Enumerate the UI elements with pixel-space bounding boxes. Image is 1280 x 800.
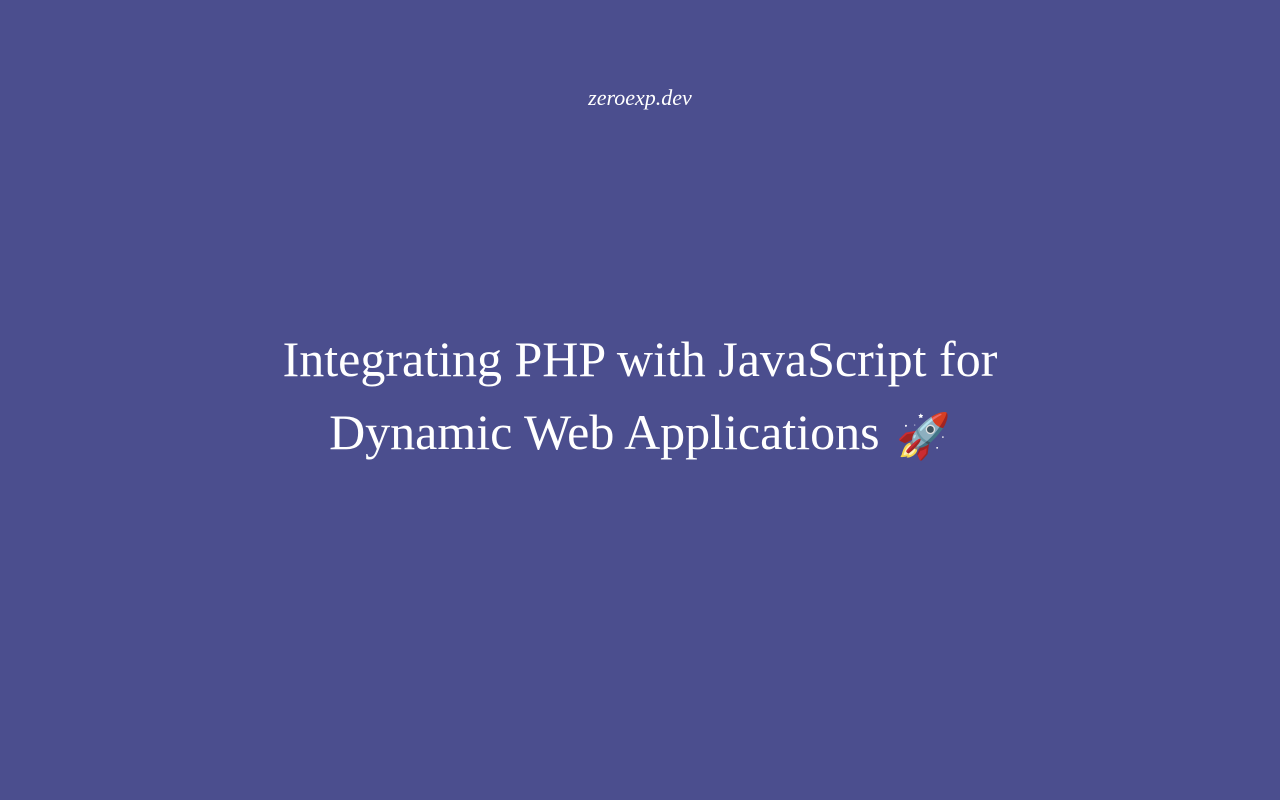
- article-title: Integrating PHP with JavaScript for Dyna…: [283, 323, 998, 469]
- title-line-1: Integrating PHP with JavaScript for: [283, 331, 998, 387]
- rocket-icon: 🚀: [896, 405, 951, 469]
- title-container: Integrating PHP with JavaScript for Dyna…: [0, 0, 1280, 800]
- title-line-2: Dynamic Web Applications: [329, 404, 880, 460]
